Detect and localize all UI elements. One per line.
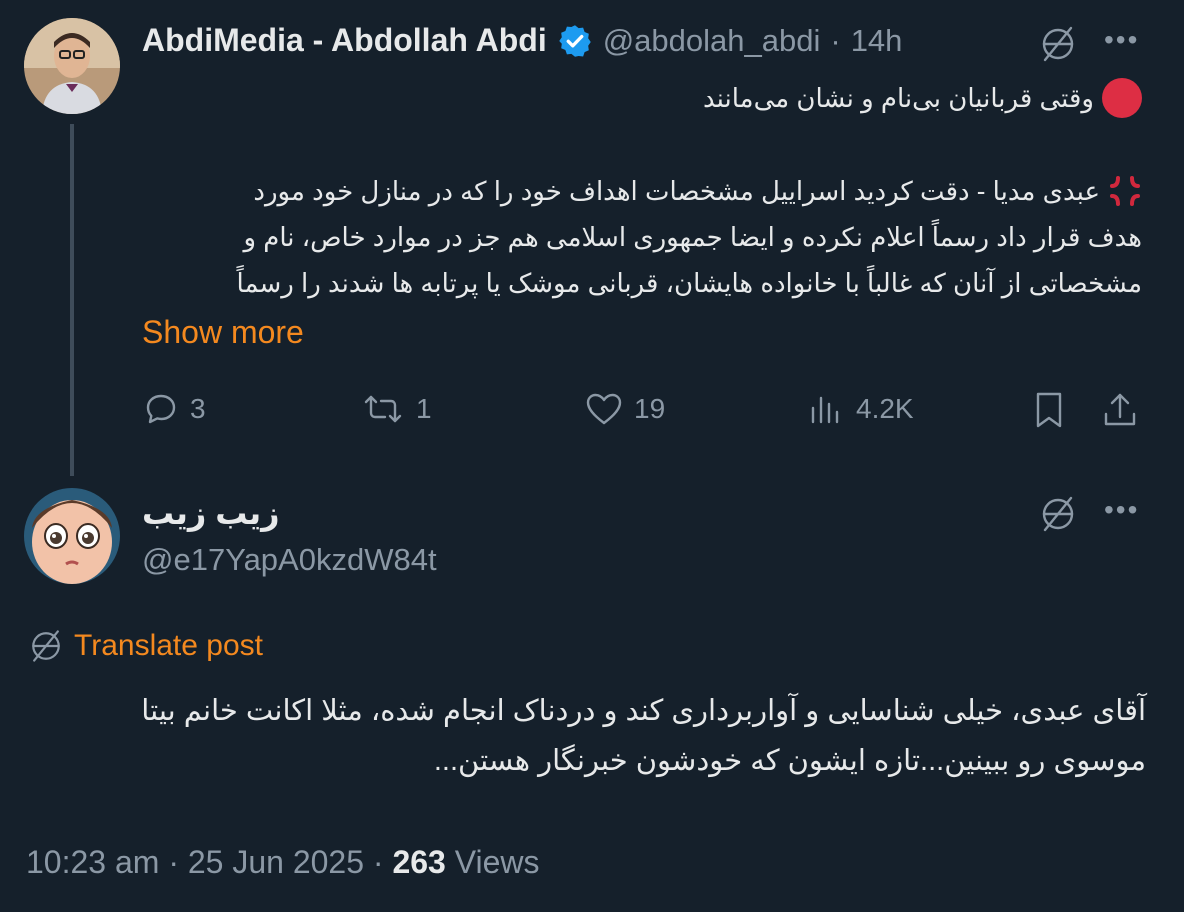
views-count: 4.2K (856, 393, 914, 424)
verified-badge-icon (557, 23, 593, 59)
post-time[interactable]: 14h (851, 23, 903, 59)
like-icon (584, 390, 624, 428)
like-count: 19 (634, 393, 666, 424)
repost-icon (360, 390, 406, 428)
red-circle-icon (1102, 78, 1142, 118)
bookmark-icon[interactable] (1030, 390, 1068, 435)
tweet-body-line: مشخصاتی از آنان که غالباً با خانواده های… (236, 268, 1142, 298)
author-avatar[interactable] (24, 18, 120, 114)
translate-post-label: Translate post (74, 629, 263, 662)
translate-globe-icon[interactable] (1036, 492, 1080, 541)
post-metadata: 10:23 am · 25 Jun 2025 · 263 Views (26, 844, 540, 881)
repost-action[interactable]: 1 (360, 390, 432, 428)
tweet-body-line: عبدی مدیا - دقت کردید اسراییل مشخصات اهد… (142, 168, 1142, 214)
views-icon (806, 390, 846, 428)
tweet-body-line: هدف قرار داد رسماً اعلام نکرده و ایضا جم… (243, 222, 1142, 252)
reply-icon (142, 390, 180, 428)
reply-author-name[interactable]: زیب زیب (142, 494, 280, 532)
more-icon[interactable]: ••• (1104, 494, 1139, 526)
views-action[interactable]: 4.2K (806, 390, 914, 428)
reply-avatar-image (24, 488, 120, 584)
author-handle[interactable]: @abdolah_abdi (603, 23, 821, 59)
tweet-title-text: وقتی قربانیان بی‌نام و نشان می‌مانند (703, 83, 1094, 113)
reply-body-line: آقای عبدی، خیلی شناسایی و آواربرداری کند… (141, 695, 1146, 727)
author-avatar-image (24, 18, 120, 114)
translate-globe-icon (26, 626, 66, 666)
show-more-link[interactable]: Show more (142, 314, 304, 351)
post-timestamp[interactable]: 10:23 am (26, 844, 159, 880)
like-action[interactable]: 19 (584, 390, 665, 428)
translate-post-button[interactable]: Translate post (26, 626, 263, 666)
reply-body: آقای عبدی، خیلی شناسایی و آواربرداری کند… (26, 686, 1146, 786)
tweet-title-line: وقتی قربانیان بی‌نام و نشان می‌مانند (142, 78, 1142, 118)
reply-avatar[interactable] (24, 488, 120, 584)
tweet-body: عبدی مدیا - دقت کردید اسراییل مشخصات اهد… (142, 168, 1142, 306)
reply-action[interactable]: 3 (142, 390, 206, 428)
post-date[interactable]: 25 Jun 2025 (188, 844, 364, 880)
more-icon[interactable]: ••• (1104, 24, 1139, 56)
author-name[interactable]: AbdiMedia - Abdollah Abdi (142, 22, 547, 59)
views-count: 263 (392, 844, 446, 880)
reply-count: 3 (190, 393, 206, 424)
tweet-header: AbdiMedia - Abdollah Abdi @abdolah_abdi … (142, 22, 902, 59)
share-icon[interactable] (1100, 390, 1140, 435)
reply-body-line: موسوی رو ببینین...تازه ایشون که خودشون خ… (433, 745, 1146, 777)
thread-connector-line (70, 124, 74, 476)
repost-count: 1 (416, 393, 432, 424)
reply-author-handle[interactable]: @e17YapA0kzdW84t (142, 542, 437, 578)
header-separator: · (830, 22, 841, 58)
anger-symbol-icon (1108, 174, 1142, 208)
views-label: Views (454, 844, 540, 880)
footer-separator: · (168, 844, 179, 880)
translate-globe-icon[interactable] (1036, 22, 1080, 71)
footer-separator: · (372, 844, 384, 880)
